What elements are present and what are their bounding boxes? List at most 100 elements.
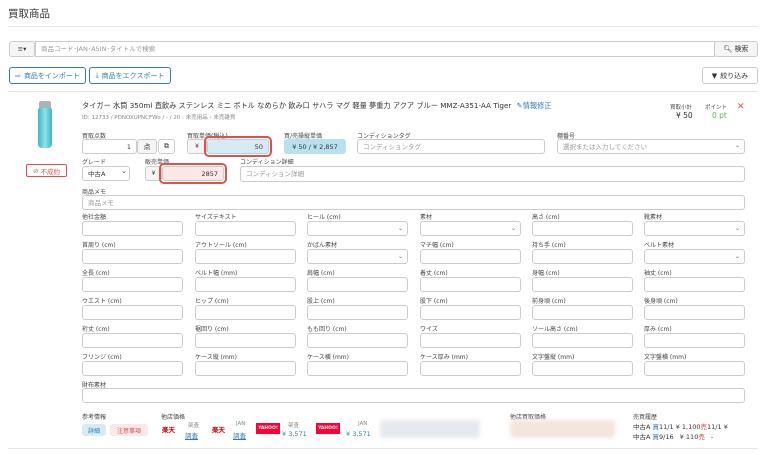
attribute-input[interactable] [420, 333, 521, 348]
condition-tag-select[interactable]: コンディションタグ [357, 139, 545, 154]
attribute-input[interactable] [420, 277, 521, 292]
chevron-down-icon: ⌄ [397, 253, 403, 260]
attribute-input[interactable] [82, 277, 183, 292]
attribute-input[interactable] [307, 361, 408, 376]
rakuten-jan-logo: 楽天 [212, 426, 225, 434]
rakuten-price-link[interactable]: 調査 [185, 430, 198, 440]
product-image[interactable] [38, 101, 52, 149]
yahoo-price-link[interactable]: ¥ 3,571 [282, 430, 307, 438]
attribute-label: ベルト素材 [644, 242, 675, 249]
status-badge-label: 不成約 [40, 167, 60, 176]
attribute-label: 袖丈 (cm) [644, 270, 672, 277]
blurred-buy-price-area [510, 420, 615, 438]
storage-select[interactable]: 選択または入力してください [557, 139, 745, 154]
rakuten-note: 架査 [188, 423, 200, 429]
search-input[interactable]: 商品コード･JAN･ASIN･タイトルで検索 [35, 41, 715, 57]
attribute-input[interactable] [82, 333, 183, 348]
history-row: 中古A 買9/16 ¥ 110売 - [633, 431, 713, 441]
attribute-input[interactable] [82, 221, 183, 236]
attribute-input[interactable] [195, 305, 296, 320]
attribute-input[interactable] [532, 221, 633, 236]
attribute-label: 着丈 (cm) [420, 270, 448, 277]
attribute-label: 文字盤縦 (mm) [532, 354, 575, 361]
attribute-input[interactable] [532, 277, 633, 292]
attribute-input[interactable] [644, 277, 745, 292]
filter-icon: ▼ [711, 71, 718, 80]
history-date: 11/1 [659, 423, 674, 431]
detail-button[interactable]: 詳細 [82, 424, 106, 436]
memo-textarea[interactable]: 商品メモ [82, 195, 745, 210]
attribute-label: 後身頃 (cm) [644, 298, 678, 305]
attribute-label: ケース縦 (mm) [195, 354, 237, 361]
attribute-input[interactable] [307, 333, 408, 348]
attribute-input[interactable] [82, 361, 183, 376]
blurred-price-area [380, 420, 480, 438]
attribute-label: マチ幅 (cm) [420, 242, 454, 249]
copy-button[interactable]: ⧉ [158, 139, 175, 154]
history-price2: ¥ [723, 423, 728, 431]
attribute-input[interactable] [644, 333, 745, 348]
attribute-label: サイズテキスト [195, 214, 237, 221]
close-icon[interactable]: ✕ [737, 102, 745, 112]
search-filter-dropdown[interactable]: ≡▾ [9, 41, 35, 57]
history-grade: 中古A [633, 423, 651, 431]
attribute-input[interactable] [195, 249, 296, 264]
attribute-input[interactable] [420, 361, 521, 376]
attribute-label: ソール高さ (cm) [532, 326, 578, 333]
points-value: 0 pt [712, 111, 727, 120]
attribute-label: 靴素材 [644, 214, 663, 221]
history-price: ¥ 1,100 [675, 423, 701, 431]
copy-icon: ⧉ [164, 142, 169, 150]
edit-info-link[interactable]: ✎情報修正 [517, 101, 552, 110]
quantity-unit: 点 [137, 139, 157, 154]
attribute-input[interactable] [195, 221, 296, 236]
attribute-label: 他社金額 [82, 214, 107, 221]
search-button-label: 検索 [734, 45, 749, 53]
condition-detail-textarea[interactable]: コンディション詳細 [240, 166, 745, 182]
yahoo-logo: YAHOO! [256, 423, 280, 434]
attribute-label: 肩幅 (cm) [307, 270, 335, 277]
attribute-input[interactable] [420, 249, 521, 264]
attribute-input[interactable] [307, 277, 408, 292]
attribute-input[interactable] [532, 305, 633, 320]
caution-button[interactable]: 注意事項 [110, 424, 148, 436]
attribute-input[interactable]: ⌄ [644, 221, 745, 236]
attribute-input[interactable] [82, 305, 183, 320]
attribute-input[interactable]: ⌄ [307, 221, 408, 236]
import-button[interactable]: ⇨ 商品をインポート [9, 67, 86, 84]
attribute-label: 裄丈 (cm) [82, 326, 110, 333]
yahoo-note: 架査 [288, 423, 300, 429]
attribute-input[interactable] [532, 333, 633, 348]
bottom-divider [8, 448, 758, 449]
attribute-label: 股下 (cm) [420, 298, 448, 305]
attribute-input[interactable]: ⌄ [420, 221, 521, 236]
rakuten-jan-price-link[interactable]: 調査 [233, 430, 246, 440]
attribute-label: ヒップ (cm) [195, 298, 229, 305]
attribute-input[interactable] [82, 249, 183, 264]
attribute-input[interactable] [644, 361, 745, 376]
attribute-input[interactable]: ⌄ [644, 249, 745, 264]
attribute-input[interactable] [307, 305, 408, 320]
export-button[interactable]: ⤓ 商品をエクスポート [89, 67, 171, 84]
history-date: 9/16 [659, 433, 674, 441]
wallet-material-input[interactable] [82, 388, 745, 403]
attribute-input[interactable] [420, 305, 521, 320]
attribute-input[interactable] [532, 361, 633, 376]
attribute-label: 身幅 (cm) [532, 270, 560, 277]
attribute-input[interactable] [195, 333, 296, 348]
edit-info-label: 情報修正 [522, 101, 552, 110]
attribute-input[interactable] [532, 249, 633, 264]
attribute-input[interactable] [195, 361, 296, 376]
yahoo-jan-price-link[interactable]: ¥ 3,571 [346, 430, 371, 438]
search-button[interactable]: 🔍︎ 検索 [714, 41, 758, 57]
history-type2: 売 [698, 433, 705, 441]
attribute-input[interactable] [644, 305, 745, 320]
quantity-input[interactable]: 1 [82, 139, 137, 154]
filter-button[interactable]: ▼ 絞り込み [702, 67, 758, 84]
chevron-down-icon: ⌄ [121, 167, 127, 175]
attribute-input[interactable] [195, 277, 296, 292]
attribute-input[interactable]: ⌄ [307, 249, 408, 264]
chevron-down-icon: ⌄ [734, 253, 740, 260]
attribute-label: ケース横 (mm) [307, 354, 349, 361]
rakuten-logo: 楽天 [162, 426, 175, 434]
